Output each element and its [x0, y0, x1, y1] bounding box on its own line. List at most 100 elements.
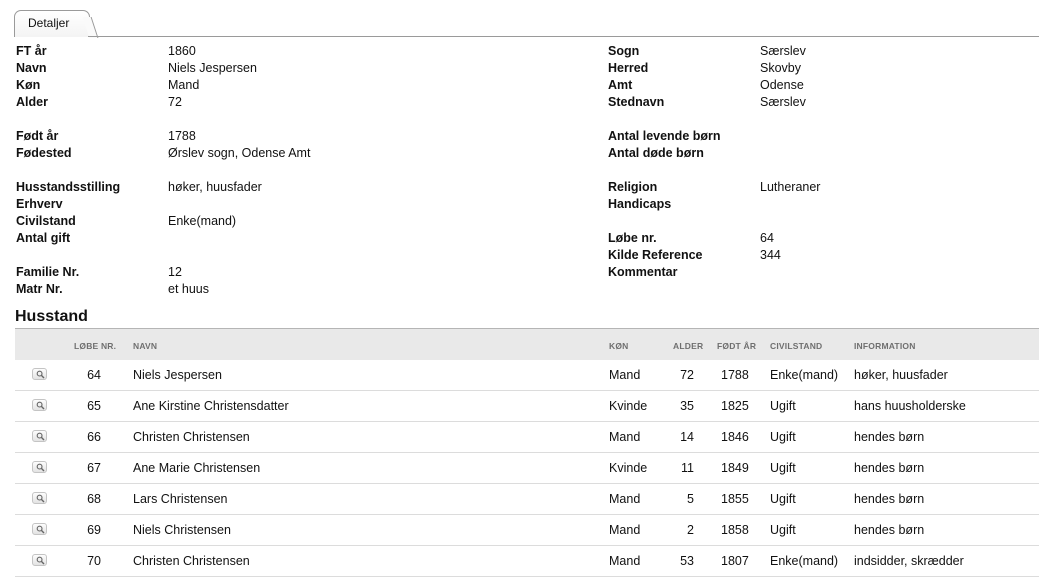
column-header-civilstand[interactable]: CIVILSTAND [770, 341, 822, 351]
field-label: Herred [608, 61, 649, 75]
cell-navn: Christen Christensen [133, 430, 250, 444]
cell-alder: 35 [680, 399, 694, 413]
field-value: høker, huusfader [168, 180, 262, 194]
table-row[interactable]: 64 Niels Jespersen Mand 72 1788 Enke(mand) høk… [15, 360, 1039, 391]
tab-detaljer[interactable]: Detaljer [14, 10, 90, 37]
field-value: Lutheraner [760, 180, 821, 194]
field-label: Køn [16, 78, 41, 92]
field-value: 12 [168, 265, 182, 279]
household-table-body: 64 Niels Jespersen Mand 72 1788 Enke(mand) høk… [15, 360, 1039, 577]
field-label: Antal levende børn [608, 129, 721, 143]
cell-lobe-nr: 70 [87, 554, 101, 568]
field-label: Kilde Reference [608, 248, 703, 262]
field-label: Civilstand [16, 214, 76, 228]
field-label: Født år [16, 129, 59, 143]
field-label: Navn [16, 61, 47, 75]
field-label: Fødested [16, 146, 72, 160]
cell-alder: 72 [680, 368, 694, 382]
household-title: Husstand [15, 308, 88, 325]
field-value: 1860 [168, 44, 196, 58]
cell-lobe-nr: 67 [87, 461, 101, 475]
field-label: Sogn [608, 44, 640, 58]
cell-information: hendes børn [854, 492, 925, 506]
household-table: LØBE NR. NAVN KØN ALDER FØDT ÅR CIVILSTA… [15, 328, 1039, 577]
field-value: Mand [168, 78, 200, 92]
field-label: Religion [608, 180, 658, 194]
cell-kon: Mand [609, 523, 641, 537]
cell-civilstand: Enke(mand) [770, 368, 839, 382]
cell-navn: Ane Kirstine Christensdatter [133, 399, 289, 413]
magnifier-icon[interactable] [32, 368, 47, 380]
field-label: FT år [16, 44, 47, 58]
cell-kon: Mand [609, 430, 641, 444]
cell-information: hans huusholderske [854, 399, 966, 413]
tab-divider [88, 36, 1039, 37]
cell-fodt-ar: 1788 [721, 368, 749, 382]
field-label: Stednavn [608, 95, 665, 109]
table-row[interactable]: 69 Niels Christensen Mand 2 1858 Ugift hendes … [15, 515, 1039, 546]
column-header-kon[interactable]: KØN [609, 341, 629, 351]
cell-information: hendes børn [854, 430, 925, 444]
cell-alder: 14 [680, 430, 694, 444]
magnifier-icon[interactable] [32, 554, 47, 566]
cell-civilstand: Enke(mand) [770, 554, 839, 568]
column-header-information[interactable]: INFORMATION [854, 341, 916, 351]
cell-lobe-nr: 64 [87, 368, 101, 382]
magnifier-icon[interactable] [32, 461, 47, 473]
tab-bar: Detaljer [0, 0, 1039, 38]
magnifier-icon[interactable] [32, 523, 47, 535]
field-label: Matr Nr. [16, 282, 63, 296]
field-label: Kommentar [608, 265, 678, 279]
field-value: 72 [168, 95, 182, 109]
cell-kon: Mand [609, 492, 641, 506]
magnifier-icon[interactable] [32, 492, 47, 504]
cell-civilstand: Ugift [770, 492, 796, 506]
field-value: Ørslev sogn, Odense Amt [168, 146, 311, 160]
field-value: Odense [760, 78, 804, 92]
field-value: 64 [760, 231, 774, 245]
cell-information: hendes børn [854, 523, 925, 537]
cell-kon: Kvinde [609, 461, 648, 475]
field-value: Særslev [760, 44, 806, 58]
field-label: Husstandsstilling [16, 180, 121, 194]
column-header-fodt-ar[interactable]: FØDT ÅR [717, 341, 756, 351]
cell-navn: Niels Jespersen [133, 368, 222, 382]
cell-kon: Kvinde [609, 399, 648, 413]
cell-kon: Mand [609, 554, 641, 568]
field-label: Alder [16, 95, 48, 109]
field-value: Særslev [760, 95, 806, 109]
column-header-navn[interactable]: NAVN [133, 341, 157, 351]
cell-lobe-nr: 66 [87, 430, 101, 444]
cell-lobe-nr: 69 [87, 523, 101, 537]
table-row[interactable]: 68 Lars Christensen Mand 5 1855 Ugift hendes b… [15, 484, 1039, 515]
cell-alder: 5 [687, 492, 694, 506]
field-value: 1788 [168, 129, 196, 143]
cell-alder: 2 [687, 523, 694, 537]
cell-kon: Mand [609, 368, 641, 382]
cell-fodt-ar: 1807 [721, 554, 749, 568]
column-header-lobe-nr[interactable]: LØBE NR. [74, 341, 116, 351]
field-label: Antal døde børn [608, 146, 704, 160]
cell-fodt-ar: 1825 [721, 399, 749, 413]
table-row[interactable]: 67 Ane Marie Christensen Kvinde 11 1849 Ugift… [15, 453, 1039, 484]
column-header-alder[interactable]: ALDER [673, 341, 703, 351]
table-row[interactable]: 66 Christen Christensen Mand 14 1846 Ugift hen… [15, 422, 1039, 453]
magnifier-icon[interactable] [32, 399, 47, 411]
table-row[interactable]: 65 Ane Kirstine Christensdatter Kvinde 35 18… [15, 391, 1039, 422]
cell-alder: 11 [681, 461, 694, 475]
cell-information: høker, huusfader [854, 368, 948, 382]
household-table-header: LØBE NR. NAVN KØN ALDER FØDT ÅR CIVILSTA… [15, 328, 1039, 360]
cell-navn: Ane Marie Christensen [133, 461, 261, 475]
field-label: Løbe nr. [608, 231, 657, 245]
field-label: Familie Nr. [16, 265, 80, 279]
field-label: Antal gift [16, 231, 71, 245]
cell-fodt-ar: 1858 [721, 523, 749, 537]
field-value: 344 [760, 248, 781, 262]
cell-navn: Niels Christensen [133, 523, 231, 537]
cell-fodt-ar: 1846 [721, 430, 749, 444]
field-label: Handicaps [608, 197, 672, 211]
table-row[interactable]: 70 Christen Christensen Mand 53 1807 Enke(man… [15, 546, 1039, 577]
field-value: et huus [168, 282, 210, 296]
magnifier-icon[interactable] [32, 430, 47, 442]
cell-civilstand: Ugift [770, 430, 796, 444]
